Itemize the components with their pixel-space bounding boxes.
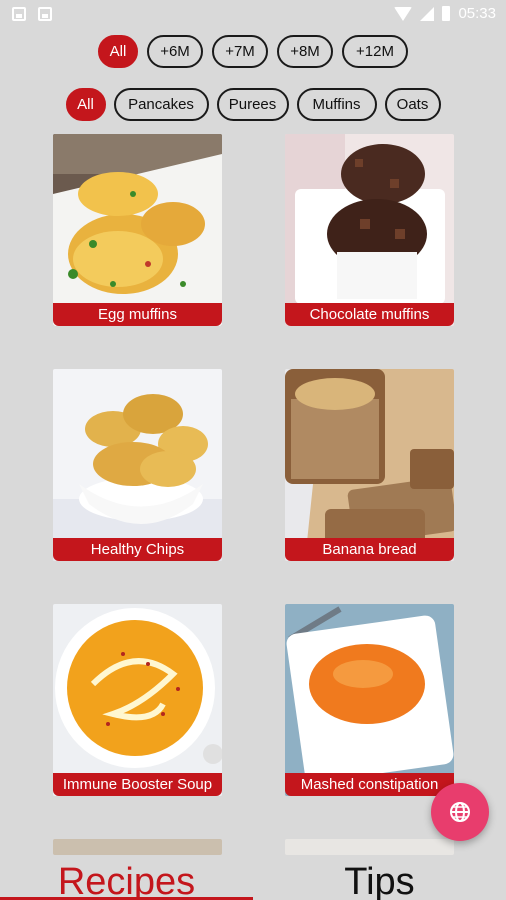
gallery-notification-icon bbox=[12, 7, 26, 21]
recipe-title: Banana bread bbox=[285, 538, 454, 561]
age-chip-all[interactable]: All bbox=[98, 35, 138, 68]
recipe-title: Egg muffins bbox=[53, 303, 222, 326]
recipe-card-chocolate-muffins[interactable]: Chocolate muffins bbox=[285, 134, 454, 326]
recipe-card-immune-booster-soup[interactable]: Immune Booster Soup bbox=[53, 604, 222, 796]
image-notification-icon bbox=[38, 7, 52, 21]
age-chip-8m[interactable]: +8M bbox=[277, 35, 333, 68]
age-filter-row: All +6M +7M +8M +12M bbox=[0, 35, 506, 68]
category-chip-all[interactable]: All bbox=[65, 88, 106, 121]
language-fab[interactable] bbox=[431, 783, 489, 841]
recipe-card-egg-muffins[interactable]: Egg muffins bbox=[53, 134, 222, 326]
tab-recipes[interactable]: Recipes bbox=[0, 858, 253, 900]
recipe-card-partial[interactable] bbox=[285, 839, 454, 855]
healthy-chips-image bbox=[53, 369, 222, 561]
age-chip-6m[interactable]: +6M bbox=[147, 35, 203, 68]
mashed-constipation-image bbox=[285, 604, 454, 796]
recipe-title: Mashed constipation bbox=[285, 773, 454, 796]
category-chip-pancakes[interactable]: Pancakes bbox=[113, 88, 209, 121]
category-chip-purees[interactable]: Purees bbox=[216, 88, 289, 121]
age-chip-12m[interactable]: +12M bbox=[342, 35, 408, 68]
globe-icon bbox=[450, 802, 470, 822]
bottom-tab-bar: Recipes Tips bbox=[0, 858, 506, 900]
age-chip-7m[interactable]: +7M bbox=[212, 35, 268, 68]
banana-bread-image bbox=[285, 369, 454, 561]
recipe-title: Immune Booster Soup bbox=[53, 773, 222, 796]
recipe-card-partial[interactable] bbox=[53, 839, 222, 855]
immune-booster-soup-image bbox=[53, 604, 222, 796]
status-bar: 05:33 bbox=[0, 0, 506, 28]
egg-muffins-image bbox=[53, 134, 222, 326]
battery-icon bbox=[442, 6, 451, 21]
recipe-title: Healthy Chips bbox=[53, 538, 222, 561]
recipe-card-healthy-chips[interactable]: Healthy Chips bbox=[53, 369, 222, 561]
chocolate-muffins-image bbox=[285, 134, 454, 326]
recipe-card-banana-bread[interactable]: Banana bread bbox=[285, 369, 454, 561]
tab-tips[interactable]: Tips bbox=[253, 858, 506, 900]
status-time: 05:33 bbox=[458, 5, 496, 22]
category-filter-row: All Pancakes Purees Muffins Oats bbox=[0, 88, 506, 121]
recipe-card-mashed-constipation[interactable]: Mashed constipation bbox=[285, 604, 454, 796]
category-chip-muffins[interactable]: Muffins bbox=[296, 88, 377, 121]
wifi-icon bbox=[394, 6, 413, 21]
recipe-title: Chocolate muffins bbox=[285, 303, 454, 326]
category-chip-oats[interactable]: Oats bbox=[384, 88, 441, 121]
signal-icon bbox=[420, 6, 435, 21]
